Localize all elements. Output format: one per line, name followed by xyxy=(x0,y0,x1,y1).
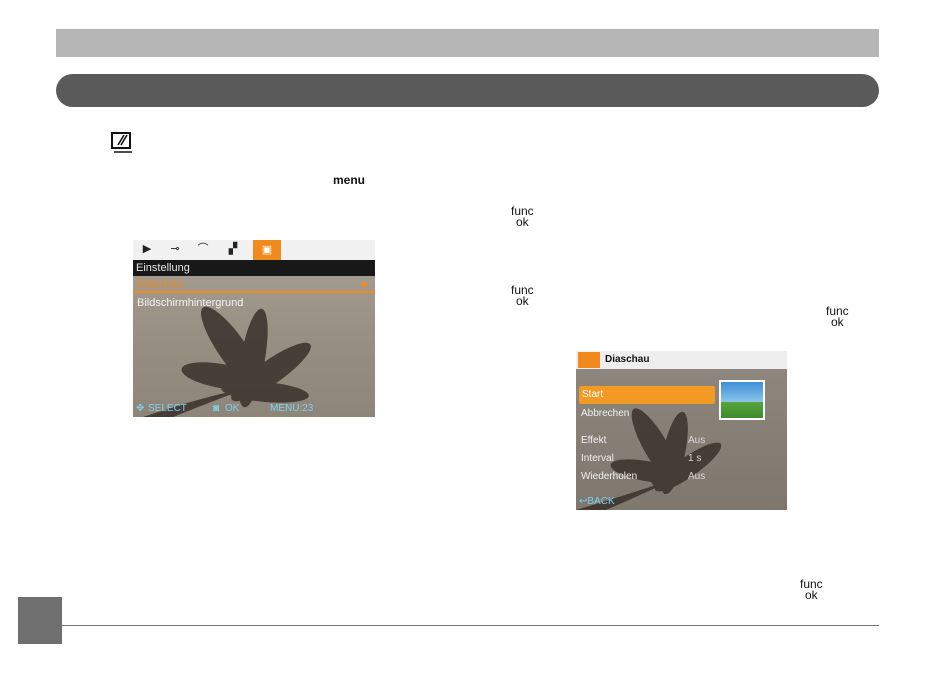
menu-key-label: menu xyxy=(333,173,366,187)
setting-label-interval[interactable]: Interval xyxy=(581,452,614,466)
submenu-header: Diaschau xyxy=(576,351,787,369)
page-number-tab xyxy=(18,597,62,644)
back-hint: ↩BACK xyxy=(579,496,615,508)
menu-item-bildschirmhintergrund[interactable]: Bildschirmhintergrund xyxy=(133,295,375,312)
menu-item-label: Diaschau xyxy=(137,278,183,290)
menu-title: Einstellung xyxy=(133,260,375,276)
print-icon[interactable]: ▞ xyxy=(223,242,243,257)
footer-divider xyxy=(62,625,879,626)
menu-hint: MENU:23 xyxy=(270,403,314,414)
ok-hint: OK xyxy=(225,403,240,414)
func-ok-key-3: func ok xyxy=(826,305,849,329)
play-icon[interactable]: ▶ xyxy=(137,242,157,257)
func-ok-key-4: func ok xyxy=(800,578,823,602)
setting-value-wiederholen: Aus xyxy=(688,471,706,482)
select-hint: SELECT xyxy=(148,403,187,414)
ok-label: ok xyxy=(516,215,529,229)
setting-label-wiederholen[interactable]: Wiederholen xyxy=(581,470,637,484)
func-ok-key-2: func ok xyxy=(511,284,534,308)
slideshow-icon[interactable]: ▣ xyxy=(253,240,281,260)
func-ok-key-1: func ok xyxy=(511,205,534,229)
wrench-icon[interactable]: ⌒ xyxy=(193,242,213,257)
dpad-icon: ✥ xyxy=(136,403,145,414)
back-label: BACK xyxy=(587,496,615,507)
menu-item-diaschau[interactable]: Diaschau ▶ xyxy=(133,276,375,293)
arrow-right-icon: ▶ xyxy=(362,279,369,289)
cancel-option[interactable]: Abbrechen xyxy=(581,407,629,421)
setting-value-interval: 1 s xyxy=(688,453,702,464)
ok-label: ok xyxy=(805,588,818,602)
slideshow-icon xyxy=(578,352,600,368)
submenu-title: Diaschau xyxy=(605,354,650,365)
start-option[interactable]: Start xyxy=(579,386,715,404)
ok-label: ok xyxy=(831,315,844,329)
menu-footer-hints: ✥ SELECT ◙ OK MENU:23 xyxy=(133,401,375,417)
key-icon[interactable]: ⊸ xyxy=(165,242,185,257)
section-header-bar xyxy=(56,29,879,57)
setting-value-effekt: Aus xyxy=(688,435,706,446)
setting-label-effekt[interactable]: Effekt xyxy=(581,434,606,448)
camera-screen-setup-menu: ▶ ⊸ ⌒ ▞ ▣ Einstellung Diaschau ▶ Bildsch… xyxy=(133,240,375,417)
slideshow-mode-icon xyxy=(111,132,132,153)
camera-screen-diaschau: Diaschau Start Abbrechen Effekt Aus Inte… xyxy=(576,351,787,510)
slideshow-preview-thumbnail xyxy=(719,380,765,420)
chapter-title-pill xyxy=(56,74,879,107)
ok-button-icon: ◙ xyxy=(213,403,220,414)
ok-label: ok xyxy=(516,294,529,308)
menu-tab-bar: ▶ ⊸ ⌒ ▞ ▣ xyxy=(133,240,375,260)
menu-item-label: Bildschirmhintergrund xyxy=(137,297,244,309)
